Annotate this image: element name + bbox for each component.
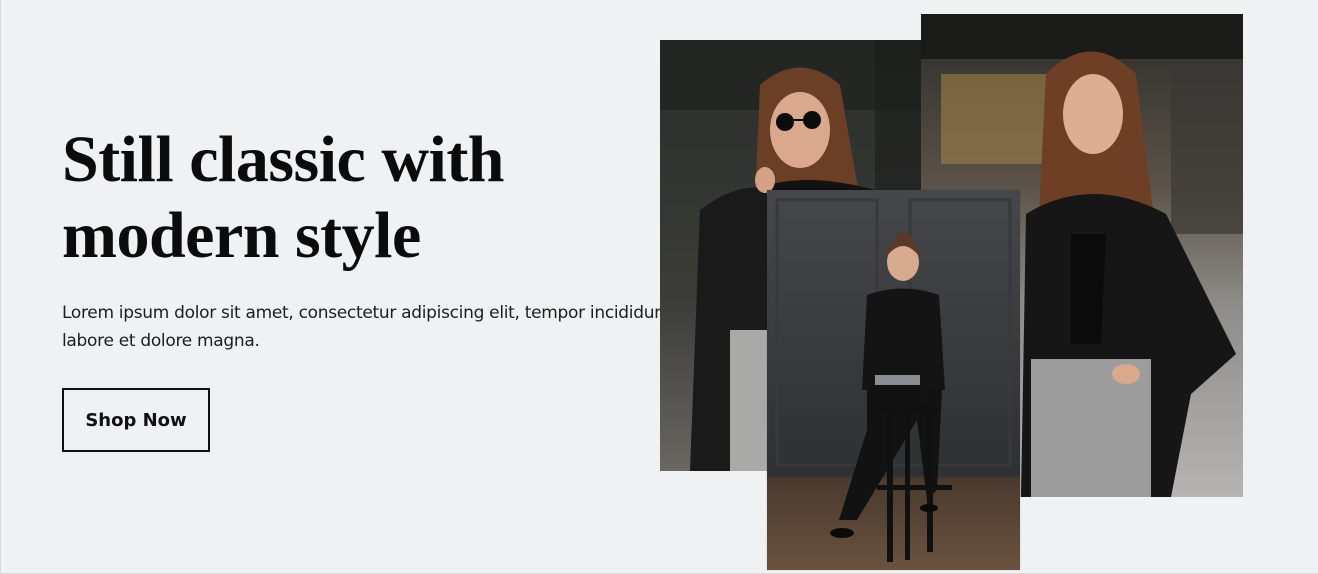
shop-now-button[interactable]: Shop Now bbox=[62, 388, 210, 452]
hero-section: Still classic with modern style Lorem ip… bbox=[0, 0, 1318, 574]
hero-headline: Still classic with modern style bbox=[62, 122, 622, 274]
hero-description: Lorem ipsum dolor sit amet, consectetur … bbox=[62, 299, 702, 355]
hero-description-line-1: Lorem ipsum dolor sit amet, consectetur … bbox=[62, 303, 693, 323]
hero-headline-line-1: Still classic with bbox=[62, 123, 505, 196]
hero-headline-line-2: modern style bbox=[62, 199, 421, 272]
woman-seated-on-stool-photo bbox=[767, 190, 1020, 570]
hero-description-line-2: labore et dolore magna. bbox=[62, 331, 260, 351]
